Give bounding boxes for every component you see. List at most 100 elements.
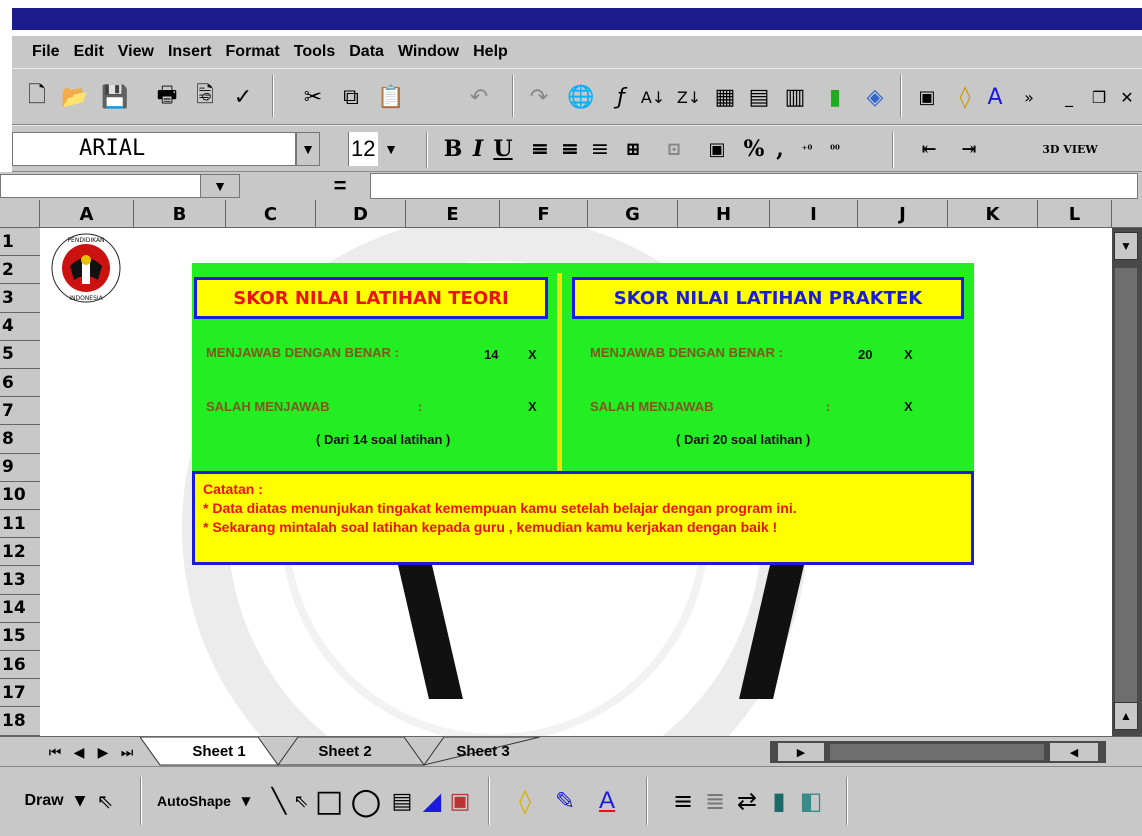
line-color-icon[interactable]: ✎	[548, 781, 582, 821]
scroll-right-icon[interactable]: ▶	[778, 743, 824, 761]
drawing-icon[interactable]: ◈	[858, 79, 892, 115]
column-header-l[interactable]: L	[1038, 200, 1112, 228]
column-header-f[interactable]: F	[500, 200, 588, 228]
print-preview-icon[interactable]: 🗟	[188, 79, 222, 115]
line-style-icon[interactable]: ≡	[668, 781, 698, 821]
font-name-dropdown-icon[interactable]: ▼	[296, 132, 320, 166]
column-header-i[interactable]: I	[770, 200, 858, 228]
bold-button[interactable]: B	[440, 134, 466, 164]
tab-sheet-1[interactable]: Sheet 1	[160, 737, 278, 765]
new-file-icon[interactable]: 🗋	[20, 79, 54, 115]
decrease-decimal-icon[interactable]: ⁰⁰	[822, 134, 848, 164]
row-header[interactable]: 16	[0, 651, 40, 680]
column-header-j[interactable]: J	[858, 200, 948, 228]
horizontal-scrollbar[interactable]: ▶ ◀	[770, 741, 1106, 763]
table-icon[interactable]: ▥	[778, 79, 812, 115]
row-header[interactable]: 3	[0, 284, 40, 313]
scroll-up-icon[interactable]: ▼	[1114, 232, 1138, 260]
column-header-c[interactable]: C	[226, 200, 316, 228]
scroll-left-icon[interactable]: ◀	[1050, 743, 1098, 761]
decrease-indent-icon[interactable]: ⇤	[912, 134, 946, 164]
rectangle-icon[interactable]: □	[312, 781, 346, 821]
3d-view-button[interactable]: 3D VIEW	[1030, 134, 1110, 164]
3d-icon[interactable]: ◧	[796, 781, 826, 821]
redo-icon[interactable]: ↷	[522, 79, 556, 115]
toolbar-more-icon[interactable]: »	[1012, 79, 1046, 115]
merge-center-icon[interactable]: ⊞	[616, 134, 650, 164]
clipart-icon[interactable]: ▣	[446, 781, 474, 821]
paste-icon[interactable]: 📋	[374, 79, 408, 115]
menu-help[interactable]: Help	[473, 43, 508, 61]
save-icon[interactable]: 💾	[98, 79, 132, 115]
prev-sheet-icon[interactable]: ◀	[68, 742, 90, 762]
align-center-icon[interactable]: ≡	[556, 134, 584, 164]
row-header[interactable]: 8	[0, 425, 40, 454]
row-header[interactable]: 5	[0, 341, 40, 369]
vertical-scrollbar[interactable]: ▼ ▲	[1112, 228, 1142, 736]
zoom-icon[interactable]: ▣	[910, 79, 944, 115]
text-box-icon[interactable]: ▤	[388, 781, 416, 821]
tab-sheet-3[interactable]: Sheet 3	[424, 737, 542, 765]
currency-icon[interactable]: ▣	[702, 134, 732, 164]
column-header-k[interactable]: K	[948, 200, 1038, 228]
align-right-icon[interactable]: ≡	[586, 134, 614, 164]
menu-file[interactable]: File	[32, 43, 60, 61]
row-header[interactable]: 9	[0, 454, 40, 482]
name-box-dropdown-icon[interactable]: ▼	[200, 174, 240, 198]
arrow-style-icon[interactable]: ⇄	[732, 781, 762, 821]
percent-button[interactable]: %	[738, 134, 770, 164]
dash-style-icon[interactable]: ≣	[700, 781, 730, 821]
copy-icon[interactable]: ⧉	[334, 79, 368, 115]
row-header[interactable]: 15	[0, 623, 40, 651]
tab-sheet-2[interactable]: Sheet 2	[286, 737, 404, 765]
font-name-input[interactable]: ARIAL	[12, 132, 296, 166]
row-header[interactable]: 6	[0, 369, 40, 398]
row-header[interactable]: 18	[0, 707, 40, 736]
cut-icon[interactable]: ✂	[296, 79, 330, 115]
column-header-d[interactable]: D	[316, 200, 406, 228]
scroll-thumb[interactable]	[1115, 268, 1137, 718]
fill-bucket-icon[interactable]: ◊	[508, 781, 542, 821]
formula-equals-button[interactable]: =	[312, 173, 368, 198]
formula-input[interactable]	[370, 173, 1138, 199]
row-header[interactable]: 4	[0, 313, 40, 341]
menu-window[interactable]: Window	[398, 43, 459, 61]
first-sheet-icon[interactable]: ⏮	[44, 742, 66, 762]
borders-icon[interactable]: ⊡	[652, 134, 696, 164]
wordart-icon[interactable]: ◢	[418, 781, 446, 821]
select-pointer-icon[interactable]: ⇖	[90, 781, 120, 821]
row-header[interactable]: 2	[0, 256, 40, 285]
column-header-b[interactable]: B	[134, 200, 226, 228]
font-size-dropdown-icon[interactable]: ▼	[378, 132, 404, 166]
draw-dropdown-icon[interactable]: ▼	[70, 781, 90, 821]
menu-insert[interactable]: Insert	[168, 43, 212, 61]
spell-check-icon[interactable]: ✓	[226, 79, 260, 115]
draw-font-color-icon[interactable]: A	[590, 781, 624, 821]
autoshape-dropdown-icon[interactable]: ▼	[236, 781, 256, 821]
menu-data[interactable]: Data	[349, 43, 384, 61]
underline-button[interactable]: U	[490, 134, 516, 164]
row-header[interactable]: 14	[0, 595, 40, 623]
fill-color-icon[interactable]: ◊	[948, 79, 982, 115]
column-header-a[interactable]: A	[40, 200, 134, 228]
select-all-corner[interactable]	[0, 200, 40, 228]
print-icon[interactable]: 🖶	[150, 79, 184, 115]
row-header[interactable]: 12	[0, 538, 40, 567]
menu-edit[interactable]: Edit	[74, 43, 104, 61]
row-header[interactable]: 11	[0, 510, 40, 539]
function-icon[interactable]: ƒ	[604, 79, 638, 115]
close-icon[interactable]: ✕	[1110, 79, 1142, 115]
row-header[interactable]: 1	[0, 228, 40, 257]
column-header-h[interactable]: H	[678, 200, 770, 228]
menu-tools[interactable]: Tools	[294, 43, 335, 61]
column-header-e[interactable]: E	[406, 200, 500, 228]
row-header[interactable]: 7	[0, 397, 40, 426]
row-header[interactable]: 17	[0, 679, 40, 708]
font-size-input[interactable]: 12	[348, 132, 378, 166]
italic-button[interactable]: I	[466, 134, 490, 164]
oval-icon[interactable]: ○	[346, 781, 386, 822]
open-folder-icon[interactable]: 📂	[58, 79, 92, 115]
menu-view[interactable]: View	[118, 43, 154, 61]
column-header-g[interactable]: G	[588, 200, 678, 228]
hyperlink-icon[interactable]: 🌐	[564, 79, 598, 115]
